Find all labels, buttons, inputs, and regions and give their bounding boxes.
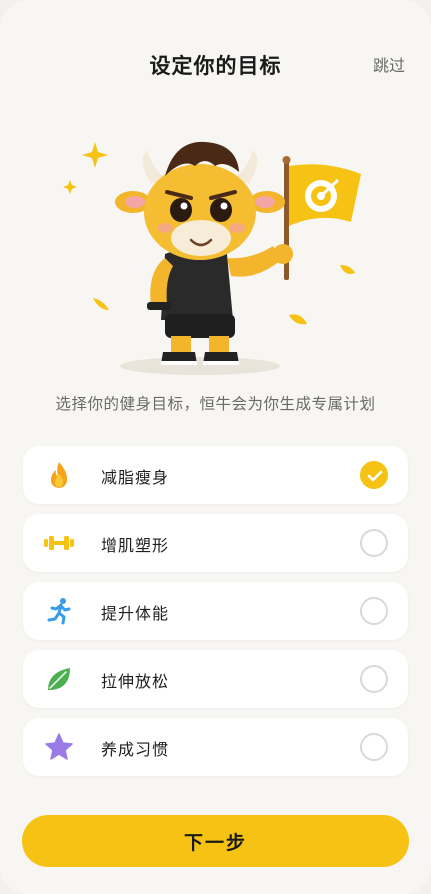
goal-option-habit[interactable]: 养成习惯: [23, 718, 408, 776]
dumbbell-icon: [43, 527, 75, 559]
skip-button[interactable]: 跳过: [373, 52, 405, 76]
leaf-icon: [43, 663, 75, 695]
goal-option-label: 增肌塑形: [101, 536, 170, 555]
flame-icon: [43, 459, 75, 491]
radio-selected[interactable]: [360, 461, 388, 489]
goal-option-fat-loss[interactable]: 减脂瘦身: [23, 446, 408, 504]
goal-option-label: 拉伸放松: [101, 672, 170, 691]
next-button[interactable]: 下一步: [22, 815, 409, 867]
goal-option-fitness[interactable]: 提升体能: [23, 582, 408, 640]
star-icon: [43, 731, 75, 763]
radio-unselected[interactable]: [360, 597, 388, 625]
goal-options-list: 减脂瘦身 增肌塑形 提升体能 拉伸放松 养成习惯: [23, 446, 408, 786]
header: 设定你的目标 跳过: [0, 44, 431, 84]
goal-option-label: 减脂瘦身: [101, 468, 170, 487]
running-icon: [43, 595, 75, 627]
goal-option-stretch[interactable]: 拉伸放松: [23, 650, 408, 708]
radio-unselected[interactable]: [360, 529, 388, 557]
radio-unselected[interactable]: [360, 733, 388, 761]
radio-unselected[interactable]: [360, 665, 388, 693]
goal-setup-screen: 设定你的目标 跳过 选择你的健身目标，恒牛会为你生成专属计划 减脂瘦身 增肌塑形…: [0, 0, 431, 894]
goal-option-muscle-gain[interactable]: 增肌塑形: [23, 514, 408, 572]
goal-option-label: 提升体能: [101, 604, 170, 623]
checkmark-icon: [367, 470, 383, 482]
hero-illustration: [55, 130, 375, 380]
goal-option-label: 养成习惯: [101, 740, 170, 759]
bull-mascot-illustration: [63, 141, 361, 375]
page-title: 设定你的目标: [149, 54, 282, 78]
page-subtitle: 选择你的健身目标，恒牛会为你生成专属计划: [55, 395, 376, 413]
